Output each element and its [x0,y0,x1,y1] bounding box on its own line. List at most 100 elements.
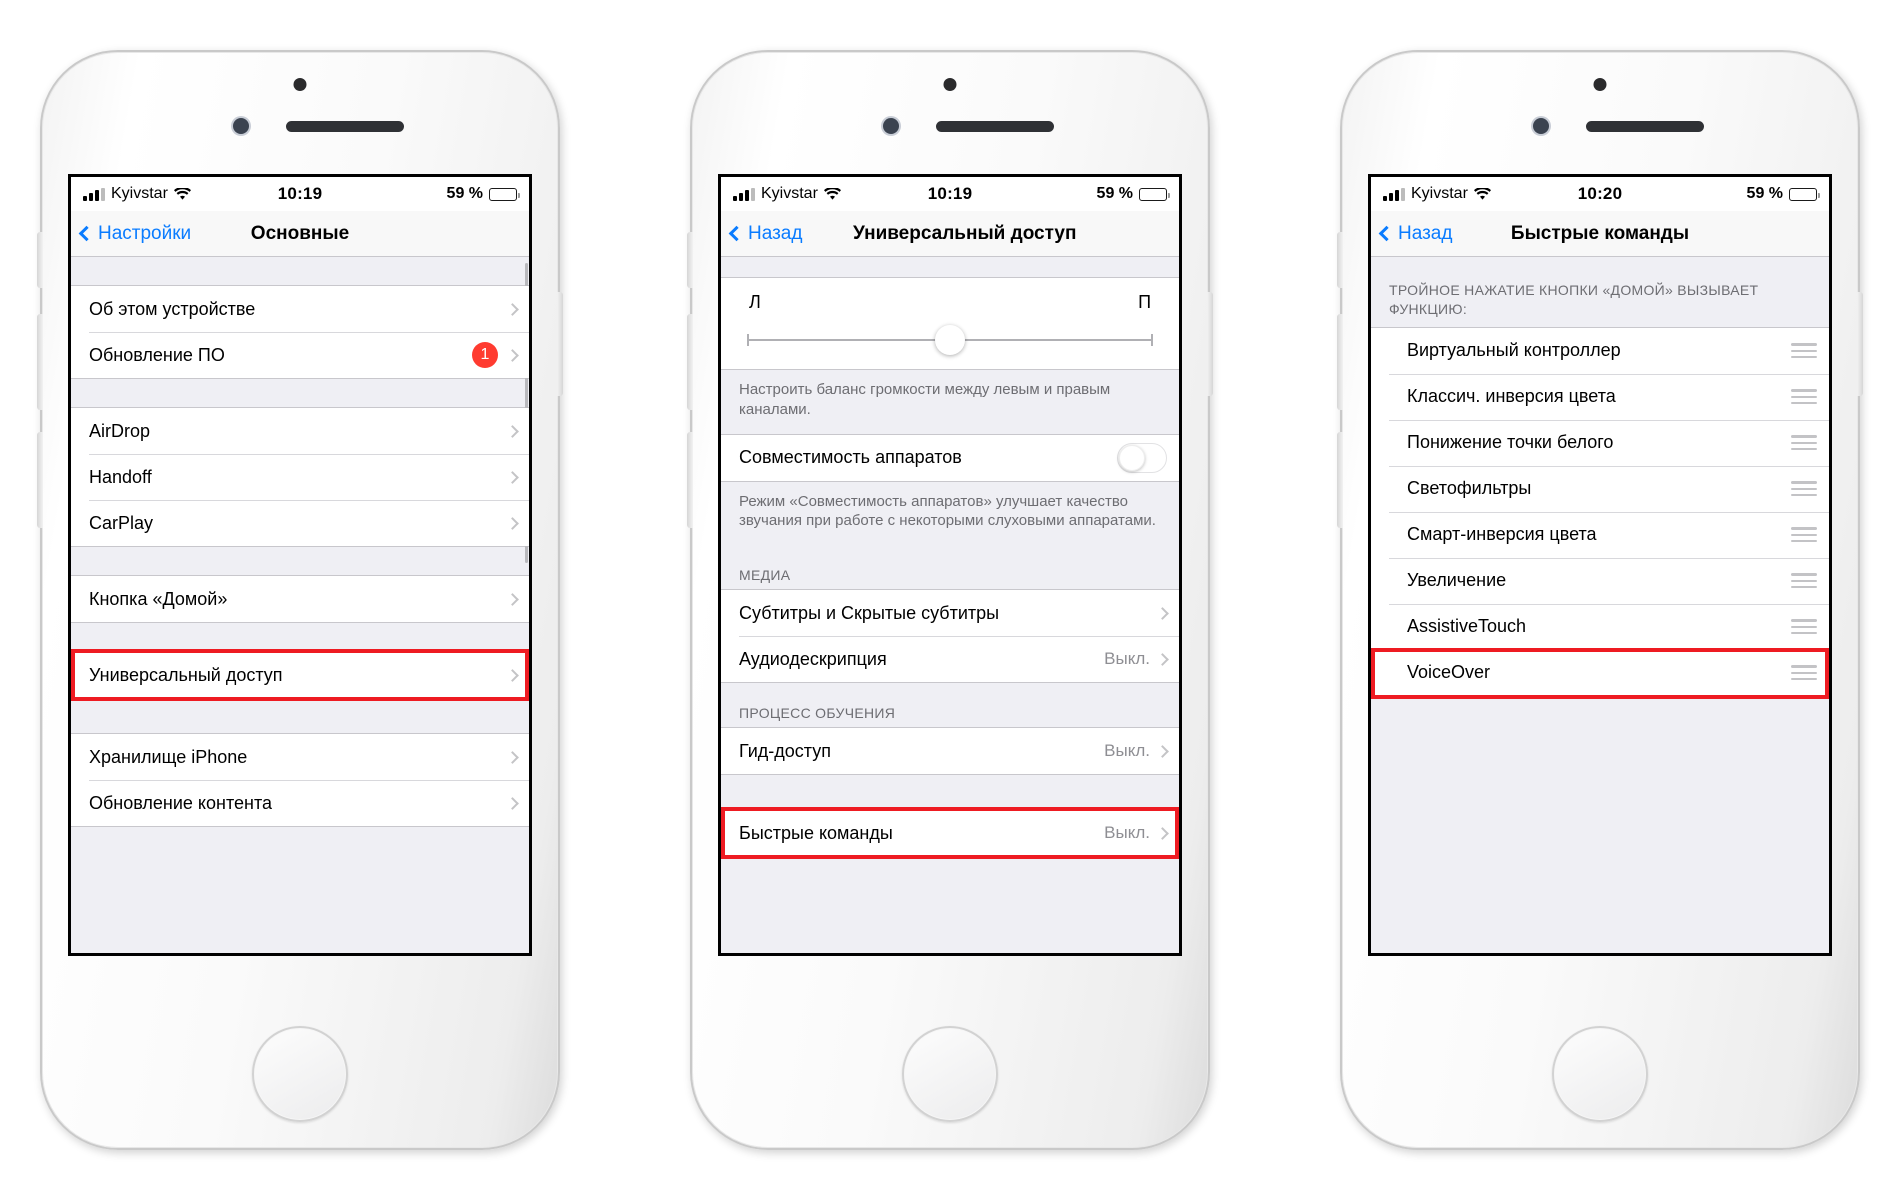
list-item-label: Классич. инверсия цвета [1407,386,1616,407]
power-button[interactable] [557,292,563,396]
back-button-2[interactable]: Назад [728,222,803,245]
shortcuts-list[interactable]: ТРОЙНОЕ НАЖАТИЕ КНОПКИ «ДОМОЙ» ВЫЗЫВАЕТ … [1371,257,1829,953]
list-item-zoom[interactable]: Увеличение [1371,557,1829,604]
device-top-sensors [692,52,1208,174]
reorder-handle-icon[interactable] [1791,343,1817,359]
earpiece-speaker [936,121,1054,132]
reorder-handle-icon[interactable] [1791,481,1817,497]
section-header-learning: ПРОЦЕСС ОБУЧЕНИЯ [721,683,1179,728]
proximity-sensor-icon [1593,78,1607,91]
device-top-sensors [1342,52,1858,174]
chevron-right-icon [506,516,519,530]
list-item-label: Обновление контента [89,792,273,813]
home-button[interactable] [252,1026,348,1122]
wifi-icon [823,187,841,200]
clock-label: 10:19 [927,184,973,203]
back-button-settings[interactable]: Настройки [78,223,191,245]
proximity-sensor-icon [943,78,957,91]
list-item-label: VoiceOver [1407,662,1491,683]
volume-down-button[interactable] [687,432,693,528]
accessibility-list[interactable]: Л П Настроить баланс громкости между лев… [721,257,1179,953]
list-item-software-update[interactable]: Обновление ПО 1 [71,332,529,378]
balance-footnote: Настроить баланс громкости между левым и… [721,370,1179,434]
list-item-airdrop[interactable]: AirDrop [71,408,529,454]
shortcut-group: Быстрые команды Выкл. [721,809,1179,858]
list-item-subtitles[interactable]: Субтитры и Скрытые субтитры [721,590,1179,637]
list-item-label: Кнопка «Домой» [89,588,228,609]
list-spacer [71,547,529,575]
settings-group-storage: Хранилище iPhone Обновление контента [71,733,529,827]
highlight-wrapper-shortcut: Быстрые команды Выкл. [721,807,1179,860]
list-item-label: Быстрые команды [739,822,893,843]
nav-bar-1: Настройки Основные [71,211,529,257]
list-item-accessibility[interactable]: Универсальный доступ [71,652,529,698]
media-group: Субтитры и Скрытые субтитры Аудиодескрип… [721,589,1179,684]
back-button-3[interactable]: Назад [1378,222,1453,245]
list-item-hearing-aid-compat[interactable]: Совместимость аппаратов [721,434,1179,481]
list-item-handoff[interactable]: Handoff [71,454,529,500]
home-button[interactable] [1552,1026,1648,1122]
list-item-accessibility-shortcut[interactable]: Быстрые команды Выкл. [721,810,1179,857]
battery-icon [1789,187,1821,201]
volume-down-button[interactable] [1337,432,1343,528]
list-spacer [71,623,529,651]
reorder-handle-icon[interactable] [1791,665,1817,681]
chevron-right-icon [506,470,519,484]
back-button-label: Назад [748,222,803,244]
list-spacer [71,379,529,407]
chevron-left-icon [1378,225,1395,242]
signal-bars-icon [1383,187,1405,201]
signal-bars-icon [733,187,755,201]
list-item-label: Гид-доступ [739,740,831,761]
list-item-audio-descriptions[interactable]: Аудиодескрипция Выкл. [721,636,1179,683]
chevron-right-icon [506,796,519,810]
power-button[interactable] [1857,292,1863,396]
list-item-classic-invert[interactable]: Классич. инверсия цвета [1371,373,1829,420]
list-item-iphone-storage[interactable]: Хранилище iPhone [71,734,529,780]
hearing-aid-toggle[interactable] [1117,442,1167,473]
carrier-label: Kyivstar [111,185,168,202]
settings-list-1[interactable]: Об этом устройстве Обновление ПО 1 AirDr… [71,257,529,953]
back-button-label: Назад [1398,222,1453,244]
earpiece-speaker [286,121,404,132]
proximity-sensor-icon [293,78,307,91]
reorder-handle-icon[interactable] [1791,389,1817,405]
home-button[interactable] [902,1026,998,1122]
iphone-device-2: Kyivstar 10:19 59 % Назад Универсальный … [687,50,1213,1150]
device-top-sensors [42,52,558,174]
list-item-carplay[interactable]: CarPlay [71,500,529,546]
reorder-handle-icon[interactable] [1791,619,1817,635]
power-button[interactable] [1207,292,1213,396]
battery-percent-label: 59 % [1096,185,1134,202]
status-bar-1: Kyivstar 10:19 59 % [71,177,529,211]
volume-down-button[interactable] [37,432,43,528]
reorder-handle-icon[interactable] [1791,527,1817,543]
list-item-assistivetouch[interactable]: AssistiveTouch [1371,603,1829,650]
balance-slider-group: Л П [721,277,1179,370]
list-item-home-button[interactable]: Кнопка «Домой» [71,576,529,622]
chevron-right-icon [1156,826,1169,840]
list-item-guided-access[interactable]: Гид-доступ Выкл. [721,728,1179,775]
balance-right-label: П [1138,292,1151,312]
slider-thumb[interactable] [935,325,965,355]
list-item-background-refresh[interactable]: Обновление контента [71,780,529,826]
list-item-color-filters[interactable]: Светофильтры [1371,465,1829,512]
reorder-handle-icon[interactable] [1791,435,1817,451]
list-item-switch-control[interactable]: Виртуальный контроллер [1371,327,1829,374]
list-item-label: AssistiveTouch [1407,616,1527,637]
screenshot-stage: Kyivstar 10:19 59 % Настройки Основные О… [0,0,1900,1204]
balance-slider[interactable] [747,325,1153,355]
list-item-voiceover[interactable]: VoiceOver [1371,647,1829,699]
screen-accessibility: Kyivstar 10:19 59 % Назад Универсальный … [718,174,1182,956]
audio-balance-row[interactable]: Л П [721,278,1179,369]
battery-icon [489,187,521,201]
list-item-reduce-white-point[interactable]: Понижение точки белого [1371,419,1829,466]
list-item-smart-invert[interactable]: Смарт-инверсия цвета [1371,511,1829,558]
list-item-about[interactable]: Об этом устройстве [71,286,529,332]
clock-label: 10:20 [1577,184,1623,203]
reorder-handle-icon[interactable] [1791,573,1817,589]
settings-group-connectivity: AirDrop Handoff CarPlay [71,407,529,547]
list-item-label: Универсальный доступ [89,664,283,685]
list-spacer [71,699,529,733]
chevron-right-icon [1156,606,1169,620]
